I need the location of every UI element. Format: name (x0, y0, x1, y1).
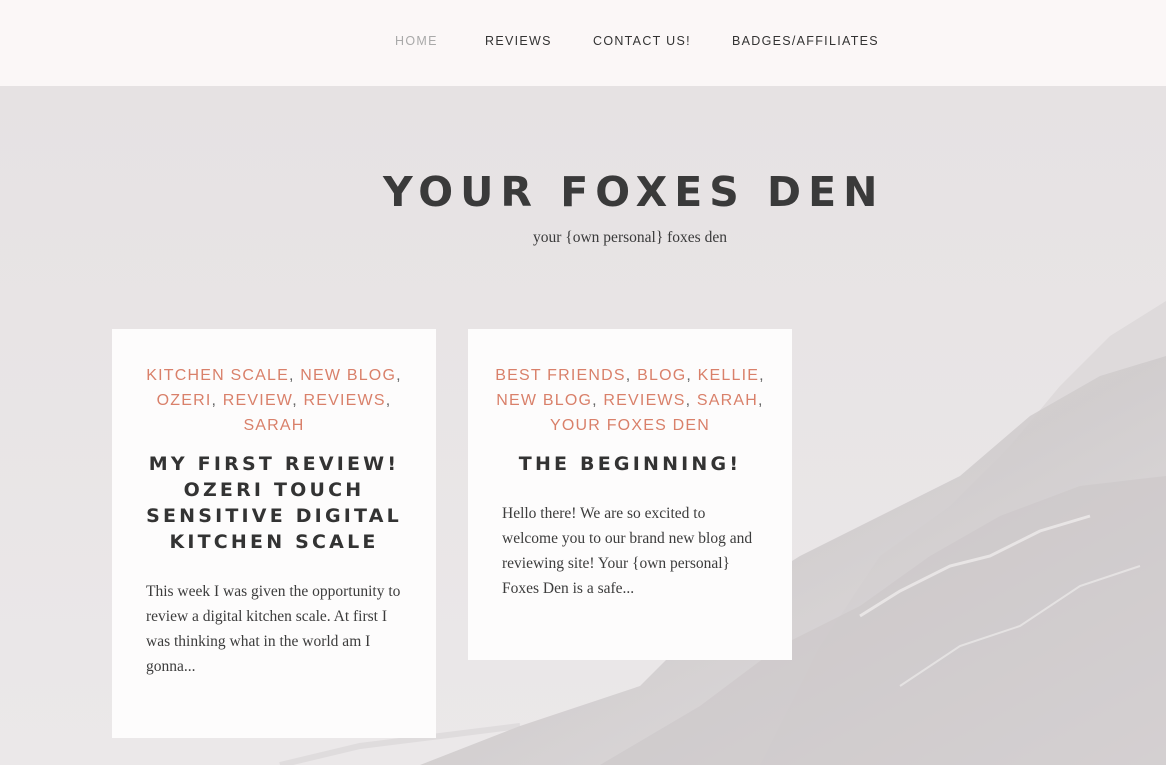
tag-link[interactable]: OZERI (157, 392, 212, 409)
tag-link[interactable]: REVIEW (223, 392, 292, 409)
tag-link[interactable]: NEW BLOG (300, 367, 396, 384)
post-tags: BEST FRIENDS, BLOG, KELLIE, NEW BLOG, RE… (495, 367, 765, 434)
tag-link[interactable]: BEST FRIENDS (495, 367, 626, 384)
post-excerpt: This week I was given the opportunity to… (146, 583, 401, 675)
site-tagline: your {own personal} foxes den (533, 229, 727, 246)
nav-item-badges-affiliates[interactable]: BADGES/AFFILIATES (732, 34, 879, 48)
tag-link[interactable]: KITCHEN SCALE (146, 367, 289, 384)
tag-link[interactable]: BLOG (637, 367, 686, 384)
tag-link[interactable]: NEW BLOG (496, 392, 592, 409)
nav-item-reviews[interactable]: REVIEWS (485, 34, 552, 48)
post-card: BEST FRIENDS, BLOG, KELLIE, NEW BLOG, RE… (468, 329, 792, 660)
post-tags: KITCHEN SCALE, NEW BLOG, OZERI, REVIEW, … (146, 367, 402, 434)
tag-link[interactable]: REVIEWS (304, 392, 386, 409)
main-nav: HOME REVIEWS CONTACT US! BADGES/AFFILIAT… (0, 34, 1166, 50)
post-card: KITCHEN SCALE, NEW BLOG, OZERI, REVIEW, … (112, 329, 436, 738)
post-title-link[interactable]: THE BEGINNING! (498, 451, 762, 477)
site-header: HOME REVIEWS CONTACT US! BADGES/AFFILIAT… (0, 0, 1166, 86)
tag-link[interactable]: REVIEWS (603, 392, 685, 409)
tag-link[interactable]: SARAH (697, 392, 758, 409)
tag-link[interactable]: SARAH (243, 417, 304, 434)
post-excerpt: Hello there! We are so excited to welcom… (502, 505, 753, 597)
tag-link[interactable]: KELLIE (698, 367, 759, 384)
nav-item-home[interactable]: HOME (395, 34, 438, 48)
site-title[interactable]: YOUR FOXES DEN (383, 168, 877, 216)
nav-item-contact-us[interactable]: CONTACT US! (593, 34, 691, 48)
tag-link[interactable]: YOUR FOXES DEN (550, 417, 710, 434)
post-title-link[interactable]: MY FIRST REVIEW! OZERI TOUCH SENSITIVE D… (142, 451, 406, 555)
